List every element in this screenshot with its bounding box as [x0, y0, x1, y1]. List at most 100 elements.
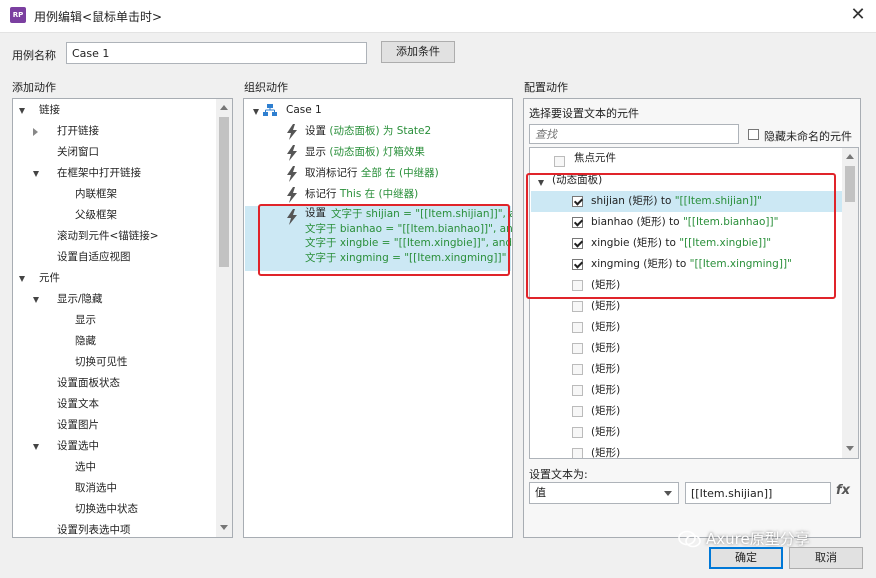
- add-action-item[interactable]: 元件: [39, 268, 60, 289]
- action-verb: 设置: [305, 125, 330, 137]
- widget-checkbox-unchecked[interactable]: [572, 448, 583, 458]
- action-target: 全部 在 (中继器): [360, 167, 439, 179]
- widget-item-unchecked[interactable]: (矩形): [591, 443, 620, 458]
- widget-item-unchecked[interactable]: (矩形): [591, 422, 620, 443]
- focus-widget-checkbox[interactable]: [554, 156, 565, 167]
- widget-checkbox-unchecked[interactable]: [572, 364, 583, 375]
- organize-actions-header: 组织动作: [244, 81, 288, 94]
- scroll-down-icon[interactable]: [220, 525, 228, 530]
- cancel-button[interactable]: 取消: [789, 547, 863, 569]
- add-action-item[interactable]: 链接: [39, 100, 60, 121]
- scroll-up-icon[interactable]: [846, 154, 854, 159]
- add-action-item[interactable]: 父级框架: [75, 205, 117, 226]
- configure-actions-panel: 选择要设置文本的元件 隐藏未命名的元件 焦点元件 (动态面板) shijian …: [523, 98, 861, 538]
- widget-tree-scroll-thumb[interactable]: [845, 166, 855, 202]
- text-type-value: 值: [535, 486, 546, 499]
- expand-open-icon[interactable]: [33, 297, 39, 303]
- add-action-item[interactable]: 设置文本: [57, 394, 99, 415]
- widget-tree-scrollbar[interactable]: [842, 148, 858, 458]
- add-action-item[interactable]: 设置图片: [57, 415, 99, 436]
- case-expand-icon[interactable]: [253, 109, 259, 115]
- add-action-item[interactable]: 切换可见性: [75, 352, 128, 373]
- case-tree-icon: [263, 104, 277, 116]
- watermark-text: Axure原型分享: [706, 530, 810, 548]
- add-action-item[interactable]: 切换选中状态: [75, 499, 138, 520]
- hide-unnamed-label: 隐藏未命名的元件: [764, 130, 852, 143]
- add-condition-button[interactable]: 添加条件: [381, 41, 455, 63]
- chevron-down-icon: [664, 491, 672, 496]
- add-actions-header: 添加动作: [12, 81, 56, 94]
- widget-item-unchecked[interactable]: (矩形): [591, 380, 620, 401]
- add-action-item[interactable]: 设置自适应视图: [57, 247, 131, 268]
- add-action-item[interactable]: 打开链接: [57, 121, 99, 142]
- add-action-item[interactable]: 在框架中打开链接: [57, 163, 141, 184]
- scroll-down-icon[interactable]: [846, 446, 854, 451]
- organize-action-item[interactable]: 取消标记行 全部 在 (中继器): [305, 163, 439, 184]
- close-icon[interactable]: ✕: [846, 3, 870, 27]
- action-bolt-icon: [287, 124, 297, 140]
- action-verb: 显示: [305, 146, 330, 158]
- add-action-item[interactable]: 滚动到元件<锚链接>: [57, 226, 159, 247]
- set-text-label: 设置文本为:: [529, 468, 588, 481]
- action-verb: 取消标记行: [305, 167, 361, 179]
- add-action-item[interactable]: 设置列表选中项: [57, 520, 131, 537]
- widget-item-unchecked[interactable]: (矩形): [591, 338, 620, 359]
- action-bolt-icon: [287, 166, 297, 182]
- widget-checkbox-unchecked[interactable]: [572, 301, 583, 312]
- action-verb: 标记行: [305, 188, 340, 200]
- widget-checkbox-unchecked[interactable]: [572, 406, 583, 417]
- action-target: This 在 (中继器): [339, 188, 419, 200]
- configure-actions-header: 配置动作: [524, 81, 568, 94]
- add-action-item[interactable]: 设置面板状态: [57, 373, 120, 394]
- organize-action-item[interactable]: 显示 (动态面板) 灯箱效果: [305, 142, 425, 163]
- add-action-item[interactable]: 显示/隐藏: [57, 289, 103, 310]
- widget-item-unchecked[interactable]: (矩形): [591, 296, 620, 317]
- case-label[interactable]: Case 1: [286, 100, 322, 121]
- add-actions-scroll-thumb[interactable]: [219, 117, 229, 267]
- widget-item-unchecked[interactable]: (矩形): [591, 317, 620, 338]
- organize-action-item[interactable]: 设置 (动态面板) 为 State2: [305, 121, 431, 142]
- add-action-item[interactable]: 关闭窗口: [57, 142, 99, 163]
- case-name-label: 用例名称: [12, 49, 56, 62]
- action-bolt-icon: [287, 187, 297, 203]
- window-title: 用例编辑<鼠标单击时>: [34, 10, 163, 24]
- case-name-input[interactable]: [66, 42, 367, 64]
- add-actions-panel: 链接 打开链接 关闭窗口 在框架中打开链接 内联框架 父级框架 滚动到元件<锚链接> 设置自适…: [12, 98, 233, 538]
- focus-widget-label: 焦点元件: [574, 152, 616, 164]
- widget-checkbox-unchecked[interactable]: [572, 343, 583, 354]
- config-subheader: 选择要设置文本的元件: [529, 107, 639, 120]
- highlight-box-config: [526, 173, 836, 299]
- add-action-item[interactable]: 取消选中: [75, 478, 117, 499]
- text-value-input[interactable]: [685, 482, 831, 504]
- widget-item-unchecked[interactable]: (矩形): [591, 401, 620, 422]
- fx-button[interactable]: fx: [836, 483, 850, 498]
- widget-item-unchecked[interactable]: (矩形): [591, 359, 620, 380]
- action-bolt-icon: [287, 145, 297, 161]
- wechat-icon: [678, 530, 701, 548]
- add-actions-tree: 链接 打开链接 关闭窗口 在框架中打开链接 内联框架 父级框架 滚动到元件<锚链接> 设置自适…: [13, 99, 217, 537]
- add-action-item[interactable]: 设置选中: [57, 436, 99, 457]
- add-action-item[interactable]: 显示: [75, 310, 96, 331]
- text-type-select[interactable]: 值: [529, 482, 679, 504]
- title-bar: RP 用例编辑<鼠标单击时> ✕: [0, 0, 876, 33]
- widget-checkbox-unchecked[interactable]: [572, 427, 583, 438]
- expand-open-icon[interactable]: [19, 108, 25, 114]
- add-action-item[interactable]: 内联框架: [75, 184, 117, 205]
- add-action-item[interactable]: 隐藏: [75, 331, 96, 352]
- add-action-item[interactable]: 选中: [75, 457, 96, 478]
- add-actions-scrollbar[interactable]: [216, 99, 232, 537]
- expand-open-icon[interactable]: [19, 276, 25, 282]
- expand-open-icon[interactable]: [33, 171, 39, 177]
- widget-search-input[interactable]: [529, 124, 739, 144]
- hide-unnamed-checkbox[interactable]: [748, 129, 759, 140]
- scroll-up-icon[interactable]: [220, 105, 228, 110]
- action-target: (动态面板) 为 State2: [329, 125, 432, 137]
- ok-button[interactable]: 确定: [709, 547, 783, 569]
- organize-action-item[interactable]: 标记行 This 在 (中继器): [305, 184, 418, 205]
- widget-checkbox-unchecked[interactable]: [572, 385, 583, 396]
- highlight-box-organize: [258, 204, 510, 276]
- expand-open-icon[interactable]: [33, 444, 39, 450]
- widget-checkbox-unchecked[interactable]: [572, 322, 583, 333]
- expand-closed-icon[interactable]: [33, 128, 38, 136]
- organize-actions-panel: Case 1 设置 (动态面板) 为 State2 显示 (动态面板) 灯箱效果取…: [243, 98, 513, 538]
